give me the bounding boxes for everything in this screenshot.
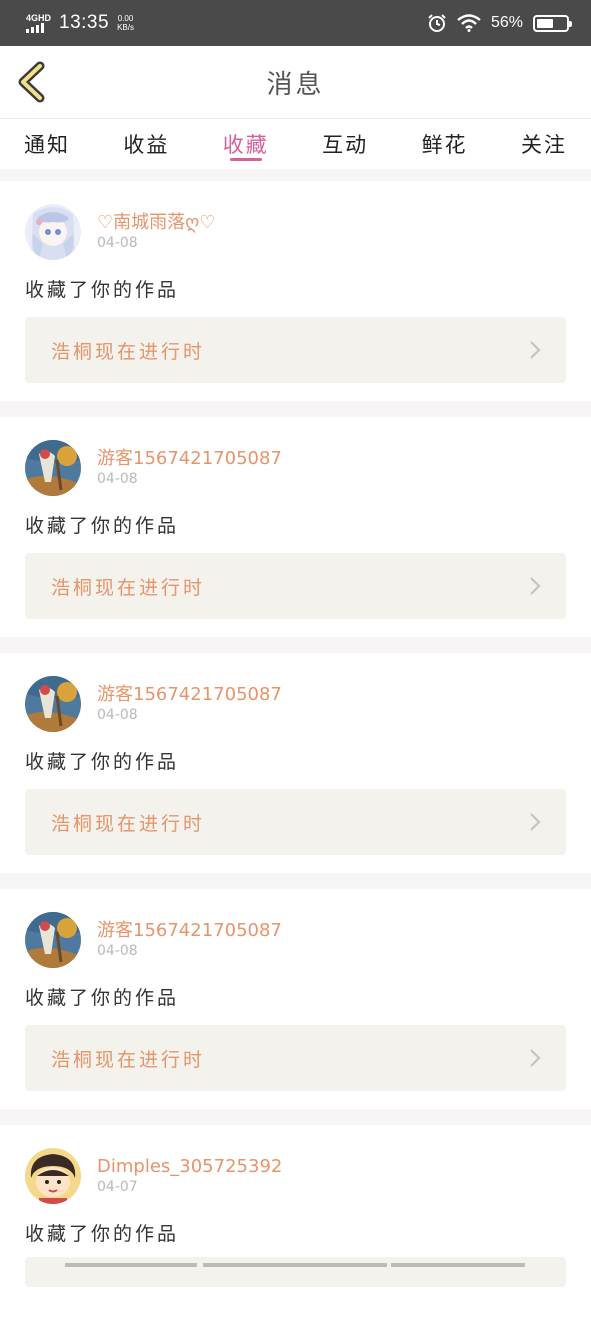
user-avatar[interactable] [25, 440, 81, 496]
list-item: 游客1567421705087 04-08 收藏了你的作品 浩桐现在进行时 [0, 889, 591, 1109]
tab-favorites[interactable]: 收藏 [223, 119, 269, 169]
work-title: 浩桐现在进行时 [51, 1048, 206, 1071]
work-title: 浩桐现在进行时 [51, 576, 206, 599]
username[interactable]: Dimples_305725392 [97, 1156, 282, 1178]
notification-message: 收藏了你的作品 [25, 751, 180, 773]
wifi-icon [457, 14, 481, 32]
user-avatar[interactable] [25, 912, 81, 968]
item-date: 04-08 [97, 943, 138, 959]
signal-icon: 4GHD [26, 13, 51, 33]
work-link[interactable]: 浩桐现在进行时 [25, 1025, 566, 1091]
user-avatar[interactable] [25, 204, 81, 260]
tab-flowers[interactable]: 鲜花 [422, 119, 468, 169]
username[interactable]: 游客1567421705087 [97, 920, 282, 942]
active-tab-indicator [229, 158, 262, 161]
chevron-left-icon[interactable] [14, 60, 50, 104]
tab-bar: 通知 收益 收藏 互动 鲜花 关注 [0, 119, 591, 169]
list-item: 游客1567421705087 04-08 收藏了你的作品 浩桐现在进行时 [0, 653, 591, 873]
notification-message: 收藏了你的作品 [25, 1223, 180, 1245]
item-date: 04-08 [97, 235, 138, 251]
list-item: Dimples_305725392 04-07 收藏了你的作品 [0, 1125, 591, 1325]
notification-message: 收藏了你的作品 [25, 515, 180, 537]
chevron-right-icon [530, 577, 541, 595]
username[interactable]: 游客1567421705087 [97, 684, 282, 706]
network-type: 4GHD [26, 13, 52, 23]
work-title: 浩桐现在进行时 [51, 340, 206, 363]
item-date: 04-08 [97, 707, 138, 723]
battery-percent: 56% [490, 14, 523, 31]
chevron-right-icon [530, 341, 541, 359]
tab-earnings[interactable]: 收益 [123, 119, 169, 169]
user-avatar[interactable] [25, 1148, 81, 1204]
work-link[interactable]: 浩桐现在进行时 [25, 553, 566, 619]
network-speed: 0.00 KB/s [117, 14, 134, 32]
page-title: 消息 [266, 69, 325, 100]
item-date: 04-07 [97, 1179, 138, 1195]
battery-icon [533, 14, 572, 32]
status-bar: 4GHD 13:35 0.00 KB/s 56% [0, 0, 591, 46]
app-header: 消息 [0, 46, 591, 119]
chevron-right-icon [530, 1049, 541, 1067]
tab-interactions[interactable]: 互动 [322, 119, 368, 169]
notification-message: 收藏了你的作品 [25, 279, 180, 301]
work-link[interactable]: 浩桐现在进行时 [25, 789, 566, 855]
tab-notifications[interactable]: 通知 [24, 119, 70, 169]
item-date: 04-08 [97, 471, 138, 487]
work-link[interactable] [25, 1257, 566, 1287]
list-item: 游客1567421705087 04-08 收藏了你的作品 浩桐现在进行时 [0, 417, 591, 637]
chevron-right-icon [530, 813, 541, 831]
notification-message: 收藏了你的作品 [25, 987, 180, 1009]
alarm-icon [428, 14, 446, 32]
status-time: 13:35 [59, 12, 110, 33]
notification-list: ♡南城雨落ღ♡ 04-08 收藏了你的作品 浩桐现在进行时 游客15674217… [0, 181, 591, 1325]
user-avatar[interactable] [25, 676, 81, 732]
tab-following[interactable]: 关注 [521, 119, 567, 169]
username[interactable]: ♡南城雨落ღ♡ [97, 212, 215, 234]
work-link[interactable]: 浩桐现在进行时 [25, 317, 566, 383]
list-item: ♡南城雨落ღ♡ 04-08 收藏了你的作品 浩桐现在进行时 [0, 181, 591, 401]
work-title: 浩桐现在进行时 [51, 812, 206, 835]
username[interactable]: 游客1567421705087 [97, 448, 282, 470]
